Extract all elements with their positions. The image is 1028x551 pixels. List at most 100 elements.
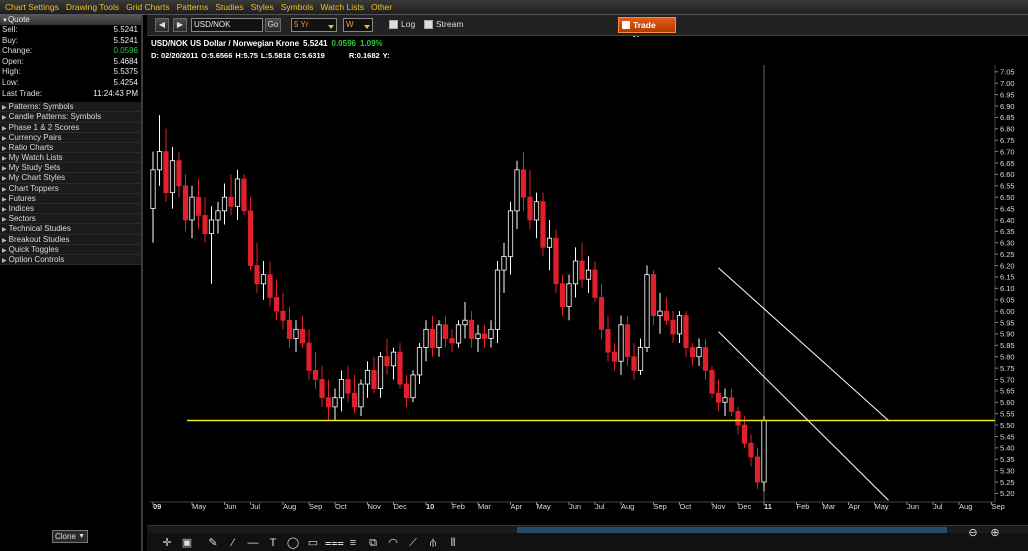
chart-title: USD/NOK US Dollar / Norwegian Krone: [151, 39, 300, 48]
candle-body: [345, 379, 351, 394]
symbol-input[interactable]: USD/NOK: [191, 18, 263, 32]
candle-body: [553, 237, 559, 285]
price-tick-label: 6.65: [1000, 159, 1015, 168]
rect-icon[interactable]: ▭: [305, 535, 321, 551]
nav-item-label: Patterns: Symbols: [8, 102, 74, 112]
nav-item-label: Sectors: [8, 214, 36, 224]
zoom-out-icon[interactable]: ⊖: [965, 525, 981, 541]
nav-item-phase-scores[interactable]: ▶ Phase 1 & 2 Scores: [0, 122, 141, 133]
stream-checkbox[interactable]: [424, 20, 433, 29]
chart-title-line: USD/NOK US Dollar / Norwegian Krone 5.524…: [151, 39, 383, 48]
pen-icon[interactable]: ✎: [205, 535, 221, 551]
arc-icon[interactable]: ◠: [385, 535, 401, 551]
quote-label: Buy:: [2, 35, 19, 45]
interval-select[interactable]: W: [343, 18, 373, 32]
expand-triangle-icon: ▶: [2, 166, 7, 173]
nav-item-my-chart-styles[interactable]: ▶ My Chart Styles: [0, 173, 141, 184]
nav-item-futures[interactable]: ▶ Futures: [0, 193, 141, 205]
trend-icon[interactable]: ⟋: [405, 535, 421, 551]
nav-item-ratio-charts[interactable]: ▶ Ratio Charts: [0, 142, 141, 154]
ellipse-icon[interactable]: ◯: [285, 535, 301, 551]
ray-icon[interactable]: ⁄: [225, 535, 241, 551]
price-tick-label: 6.70: [1000, 147, 1015, 156]
time-tick-label: May: [537, 502, 551, 511]
time-tick-label: Apr: [511, 502, 523, 511]
nav-item-currency-pairs[interactable]: ▶ Currency Pairs: [0, 132, 141, 143]
candle-body: [611, 351, 618, 362]
menu-bar: Chart Settings Drawing Tools Grid Charts…: [0, 0, 1028, 15]
gann-icon[interactable]: ⧉: [365, 535, 381, 551]
nav-item-option-controls[interactable]: ▶ Option Controls: [0, 254, 141, 266]
expand-triangle-icon: ▶: [2, 217, 7, 224]
candle-body: [689, 347, 696, 358]
candle-body: [481, 333, 488, 339]
candle-body: [390, 351, 397, 367]
candle-body: [364, 369, 371, 385]
nav-item-breakout-studies[interactable]: ▶ Breakout Studies: [0, 234, 141, 245]
h-scrollbar-track[interactable]: [147, 525, 1028, 533]
candle-body: [728, 397, 735, 412]
chart-toolbar: ◀ ▶ USD/NOK Go 5 Yr W Log Stream Trade N…: [147, 15, 1028, 44]
nav-item-quick-toggles[interactable]: ▶ Quick Toggles: [0, 244, 141, 255]
menu-other[interactable]: Other: [371, 2, 392, 12]
nav-item-indices[interactable]: ▶ Indices: [0, 204, 141, 215]
price-tick-label: 5.65: [1000, 387, 1015, 396]
nav-item-label: Technical Studies: [8, 224, 71, 234]
channel-icon[interactable]: ≡: [345, 535, 361, 551]
price-chart[interactable]: 7.05 7.00 6.95 6.90 6.85 6.80 6.75 6.70 6.65 6.60…: [147, 37, 1028, 533]
quote-header[interactable]: ▼Quote: [0, 15, 141, 25]
h-scrollbar-thumb[interactable]: [517, 527, 947, 533]
menu-studies[interactable]: Studies: [215, 2, 243, 12]
menu-symbols[interactable]: Symbols: [281, 2, 314, 12]
trade-now-button[interactable]: Trade Now: [618, 17, 676, 44]
nav-item-technical-studies[interactable]: ▶ Technical Studies: [0, 224, 141, 235]
menu-grid-charts[interactable]: Grid Charts: [126, 2, 169, 12]
text-icon[interactable]: T: [265, 535, 281, 551]
pitchfork-icon[interactable]: ⫛: [425, 535, 441, 551]
expand-triangle-icon: ▶: [2, 176, 7, 183]
cycle-icon[interactable]: ⦀: [445, 535, 461, 551]
forward-button[interactable]: ▶: [173, 18, 187, 32]
candle-body: [234, 178, 241, 207]
nav-item-label: Quick Toggles: [8, 244, 59, 254]
price-tick-label: 6.15: [1000, 273, 1015, 282]
candle-body: [189, 196, 195, 221]
quote-value: 5.4254: [113, 77, 138, 87]
menu-patterns[interactable]: Patterns: [177, 2, 209, 12]
chart-change-pct: 1.09%: [360, 39, 383, 48]
nav-item-sectors[interactable]: ▶ Sectors: [0, 214, 141, 225]
hline-icon[interactable]: —: [245, 535, 261, 551]
crosshair-icon[interactable]: ✛: [159, 535, 175, 551]
candle-body: [247, 210, 254, 266]
go-button[interactable]: Go: [265, 18, 281, 32]
candle-body: [579, 260, 585, 280]
menu-drawing-tools[interactable]: Drawing Tools: [66, 2, 119, 12]
menu-styles[interactable]: Styles: [251, 2, 274, 12]
select-icon[interactable]: ▣: [179, 535, 195, 551]
nav-item-patterns-symbols[interactable]: ▶ Patterns: Symbols: [0, 102, 141, 113]
nav-item-my-watch-lists[interactable]: ▶ My Watch Lists: [0, 153, 141, 164]
candle-body: [397, 351, 403, 385]
quote-label: Low:: [2, 77, 19, 87]
ohlc-date: D: 02/20/2011: [151, 51, 198, 60]
menu-chart-settings[interactable]: Chart Settings: [5, 2, 59, 12]
menu-watch-lists[interactable]: Watch Lists: [320, 2, 364, 12]
fib-icon[interactable]: ⩶: [325, 535, 344, 551]
period-select[interactable]: 5 Yr: [291, 18, 337, 32]
zoom-in-icon[interactable]: ⊕: [987, 525, 1003, 541]
nav-item-my-study-sets[interactable]: ▶ My Study Sets: [0, 163, 141, 174]
clone-select[interactable]: Clone ▼: [52, 530, 88, 543]
chart-canvas[interactable]: 7.05 7.00 6.95 6.90 6.85 6.80 6.75 6.70 6.65 6.60…: [147, 37, 1028, 533]
back-button[interactable]: ◀: [155, 18, 169, 32]
nav-item-candle-patterns[interactable]: ▶ Candle Patterns: Symbols: [0, 112, 141, 123]
candle-body: [683, 315, 689, 348]
quote-row-sell: Sell: 5.5241: [0, 25, 141, 36]
trade-icon: [622, 21, 630, 29]
price-tick-label: 6.00: [1000, 307, 1015, 316]
price-tick-label: 5.35: [1000, 455, 1015, 464]
candle-body: [624, 324, 631, 358]
ohlc-readout: D: 02/20/2011 O:5.6566 H:5.75 L:5.5818 C:5.6…: [151, 51, 390, 60]
log-checkbox[interactable]: [389, 20, 398, 29]
candle-body: [416, 347, 423, 376]
nav-item-chart-toppers[interactable]: ▶ Chart Toppers: [0, 183, 141, 194]
